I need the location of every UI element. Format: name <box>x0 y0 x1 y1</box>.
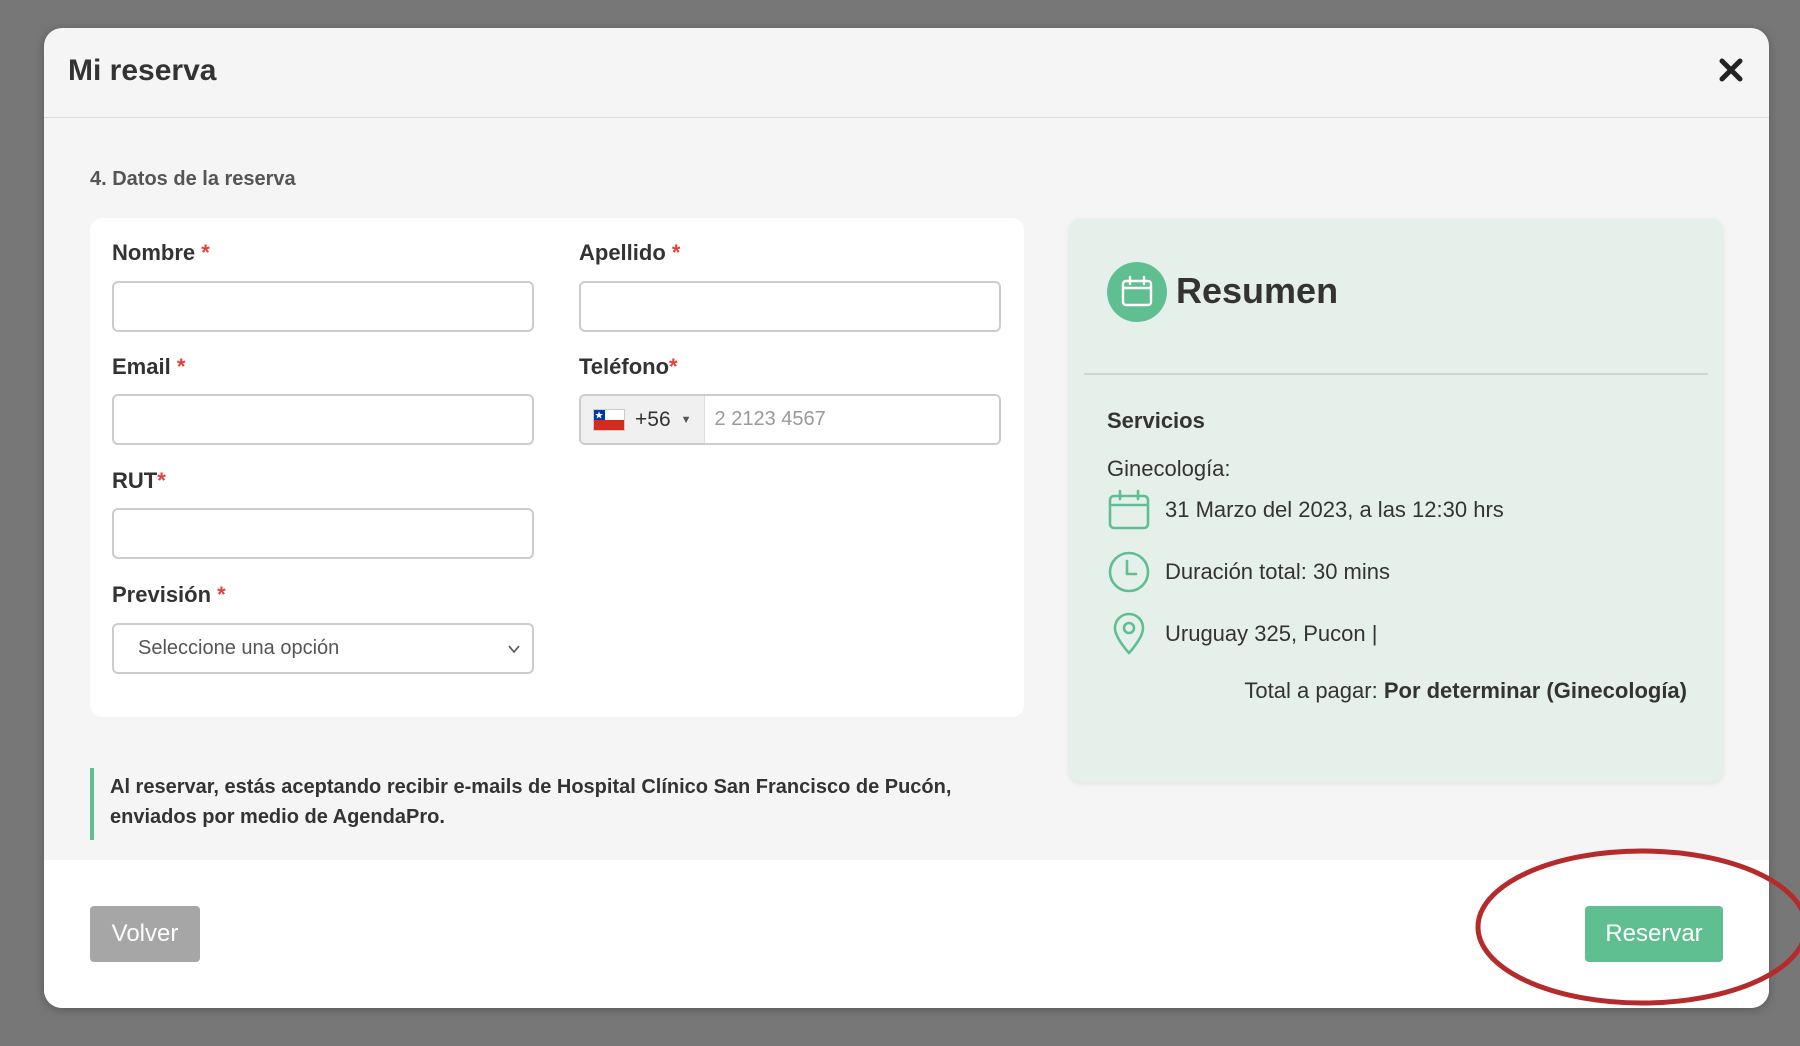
form-card: Nombre * Apellido * Email * Teléfono* +5… <box>90 218 1024 717</box>
consent-notice-line: Al reservar, estás aceptando recibir e-m… <box>110 776 952 798</box>
appointment-location: Uruguay 325, Pucon | <box>1165 621 1378 646</box>
nombre-label: Nombre * <box>112 240 210 266</box>
clock-icon <box>1108 551 1150 593</box>
dial-code: +56 <box>635 407 671 431</box>
prevision-label: Previsión * <box>112 582 226 608</box>
nombre-input[interactable] <box>112 281 534 332</box>
summary-title: Resumen <box>1176 270 1339 311</box>
consent-notice-line: enviados por medio de AgendaPro. <box>110 806 445 828</box>
services-label: Servicios <box>1107 408 1205 433</box>
back-button[interactable]: Volver <box>90 906 200 962</box>
required-mark: * <box>157 468 166 493</box>
apellido-label-text: Apellido <box>579 240 666 265</box>
location-row: Uruguay 325, Pucon | <box>1107 612 1377 656</box>
summary-calendar-badge <box>1107 262 1167 322</box>
calendar-icon <box>1121 275 1153 307</box>
reserve-button[interactable]: Reservar <box>1585 906 1723 962</box>
prevision-selected-value: Seleccione una opción <box>138 637 340 659</box>
calendar-icon <box>1108 489 1150 530</box>
step-title: 4. Datos de la reserva <box>90 168 296 190</box>
appointment-duration: Duración total: 30 mins <box>1165 559 1390 584</box>
prevision-select[interactable]: Seleccione una opción <box>112 623 534 674</box>
required-mark: * <box>176 354 186 379</box>
total-value: Por determinar (Ginecología) <box>1383 678 1687 703</box>
nombre-label-text: Nombre <box>112 240 196 265</box>
apellido-input[interactable] <box>579 281 1001 332</box>
appointment-date: 31 Marzo del 2023, a las 12:30 hrs <box>1165 497 1504 522</box>
telefono-label-text: Teléfono <box>579 354 670 379</box>
summary-card: Resumen Servicios Ginecología: 31 Marzo … <box>1069 218 1723 782</box>
modal-footer: Volver Reservar <box>44 860 1769 1008</box>
required-mark: * <box>217 582 226 607</box>
chile-flag-icon <box>593 408 625 431</box>
country-code-select[interactable]: +56 ▼ <box>581 396 705 443</box>
total-label: Total a pagar: <box>1244 678 1378 703</box>
chevron-down-icon <box>508 644 520 653</box>
close-icon[interactable] <box>1713 52 1749 88</box>
modal-header: Mi reserva <box>44 28 1769 118</box>
location-pin-icon <box>1113 612 1145 655</box>
service-name: Ginecología: <box>1107 456 1231 481</box>
duration-row: Duración total: 30 mins <box>1107 550 1390 594</box>
consent-notice: Al reservar, estás aceptando recibir e-m… <box>90 768 970 840</box>
required-mark: * <box>669 354 678 379</box>
phone-field: +56 ▼ <box>579 394 1001 445</box>
apellido-label: Apellido * <box>579 240 680 266</box>
rut-label-text: RUT <box>112 468 158 493</box>
rut-label: RUT* <box>112 468 166 494</box>
modal-title: Mi reserva <box>68 54 217 87</box>
required-mark: * <box>671 240 681 265</box>
date-row: 31 Marzo del 2023, a las 12:30 hrs <box>1107 488 1504 532</box>
phone-input[interactable] <box>704 396 999 443</box>
telefono-label: Teléfono* <box>579 354 678 380</box>
caret-down-icon: ▼ <box>680 413 692 426</box>
summary-divider <box>1084 373 1708 375</box>
email-label: Email * <box>112 354 185 380</box>
total-row: Total a pagar: Por determinar (Ginecolog… <box>1244 678 1687 704</box>
required-mark: * <box>201 240 210 265</box>
reservation-modal: Mi reserva 4. Datos de la reserva Nombre… <box>44 28 1769 1008</box>
rut-input[interactable] <box>112 508 534 559</box>
prevision-label-text: Previsión <box>112 582 212 607</box>
email-input[interactable] <box>112 394 534 445</box>
email-label-text: Email <box>112 354 171 379</box>
